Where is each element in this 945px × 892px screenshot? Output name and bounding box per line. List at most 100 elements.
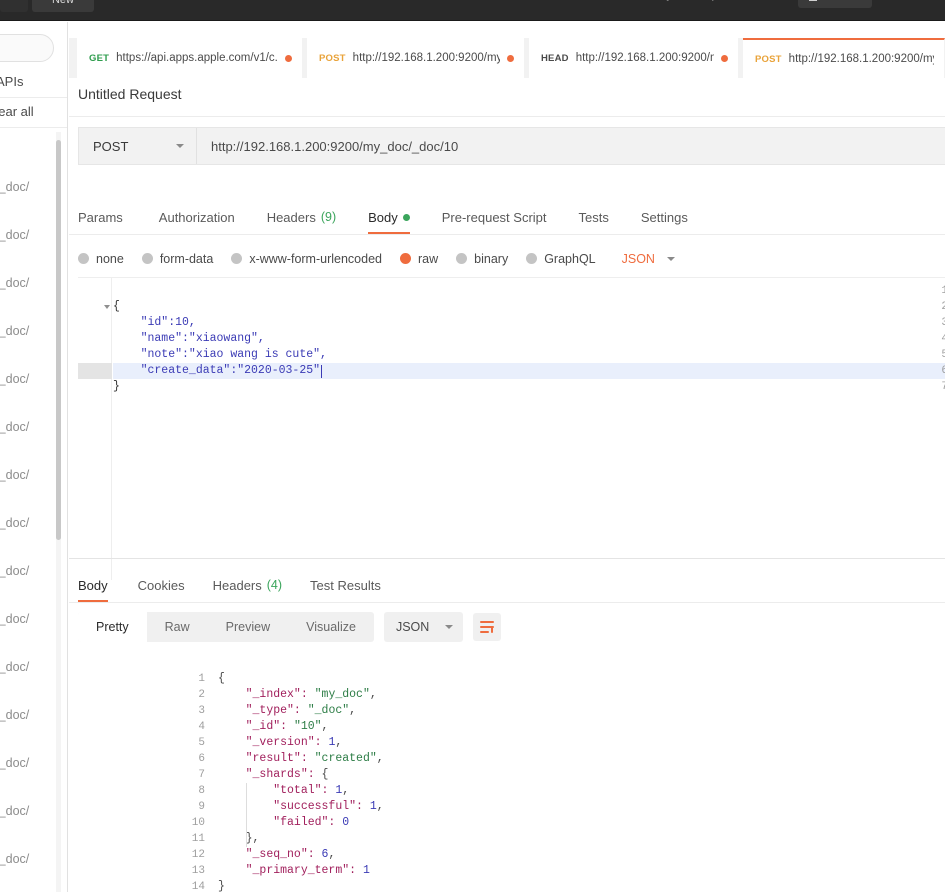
sidebar: APIs Clear all my_doc/my_doc/my_doc/my_d… (0, 22, 68, 892)
radio-icon[interactable] (526, 253, 538, 264)
radio-icon[interactable] (78, 253, 89, 264)
tab-label: Test Results (310, 577, 381, 593)
body-type-label: form-data (159, 251, 214, 266)
new-button-label: New (51, 0, 74, 6)
response-tab-cookies[interactable]: Cookies (124, 568, 199, 602)
history-list-item[interactable]: my_doc/ me (0, 708, 52, 738)
body-type-form-data[interactable]: form-data (141, 251, 214, 266)
history-list-item[interactable]: my_doc/ me (0, 660, 52, 690)
request-tab-url: http://192.168.1.200:9200/my... (575, 52, 714, 64)
response-code-line: "successful": 1, (273, 800, 384, 813)
chevron-down-icon (445, 625, 454, 629)
radio-icon[interactable] (456, 253, 468, 264)
response-view-visualize[interactable]: Visualize (288, 612, 374, 642)
add-user-icon (809, 0, 822, 1)
history-list-item[interactable]: my_doc/ (0, 804, 52, 819)
body-type-label: none (96, 251, 124, 266)
unsaved-indicator-icon[interactable] (285, 54, 292, 62)
history-list-item[interactable]: my_doc/ (0, 756, 52, 771)
request-tab-body[interactable]: Body (352, 200, 426, 234)
sidebar-tab-apis[interactable]: APIs (0, 74, 23, 89)
request-tab-method: POST (319, 52, 346, 64)
indent-guide (246, 783, 247, 847)
response-tab-test-results[interactable]: Test Results (296, 568, 395, 602)
request-tab-url: https://api.apps.apple.com/v1/c... (116, 52, 278, 64)
response-format-select[interactable]: JSON (383, 612, 464, 642)
history-list-item[interactable]: my_doc/ (0, 516, 52, 531)
request-tab[interactable]: HEAD http://192.168.1.200:9200/my... (529, 38, 739, 78)
main-panel: GET https://api.apps.apple.com/v1/c... POS… (69, 22, 945, 892)
body-type-options: none form-data x-www-form-urlencoded raw bin… (78, 242, 945, 275)
history-list-item[interactable]: my_doc/ (0, 324, 52, 339)
history-list-item[interactable]: my_doc/ (0, 612, 52, 627)
response-line-number: 1 (198, 673, 205, 685)
response-code-line: "_shards": { (245, 768, 329, 781)
sidebar-scrollbar-thumb[interactable] (56, 140, 61, 540)
request-tab[interactable]: POST http://192.168.1.200:9200/my... (743, 38, 945, 78)
clear-all-button[interactable]: Clear all (0, 104, 34, 119)
response-view-raw[interactable]: Raw (147, 612, 208, 642)
request-tabs-divider (69, 234, 945, 235)
unsaved-indicator-icon[interactable] (721, 54, 728, 62)
url-bar: POST (78, 127, 945, 165)
history-list-item[interactable]: my_doc/ (0, 852, 52, 867)
unsaved-indicator-icon[interactable] (507, 54, 514, 62)
code-fold-icon[interactable] (104, 305, 110, 309)
page-title: Untitled Request (78, 86, 182, 102)
radio-icon[interactable] (231, 253, 243, 264)
editor-code-line (113, 283, 945, 299)
request-tab-settings[interactable]: Settings (625, 200, 704, 234)
response-code-line: "_index": "my_doc", (245, 688, 377, 701)
response-code-line: "_type": "_doc", (245, 704, 357, 717)
pane-splitter[interactable] (69, 558, 945, 559)
invite-button[interactable]: Invite (798, 0, 872, 8)
request-body-editor[interactable]: 12{3 "id":10,4 "name":"xiaowang",5 "note… (78, 277, 945, 580)
request-tab-tests[interactable]: Tests (563, 200, 625, 234)
history-list-item[interactable]: my_doc/ (0, 420, 52, 435)
home-button[interactable] (0, 0, 28, 12)
body-type-graphql[interactable]: GraphQL (526, 252, 596, 266)
sidebar-tabs: APIs (0, 70, 67, 98)
response-body-viewer[interactable]: 1 {2 "_index": "my_doc", 3 "_type": "_doc"… (78, 667, 945, 892)
app-header: New My Workspace Invite (0, 0, 945, 21)
history-list-item[interactable]: my_doc/ (0, 564, 52, 579)
history-list-item[interactable]: my_doc/ (0, 276, 52, 291)
response-tab-headers[interactable]: Headers (4) (199, 568, 296, 602)
workspace-switcher[interactable]: My Workspace (638, 0, 756, 1)
response-code-line: "total": 1, (273, 784, 350, 797)
new-button[interactable]: New (32, 0, 94, 12)
request-tab-authorization[interactable]: Authorization (143, 200, 251, 234)
url-input[interactable] (197, 138, 945, 154)
editor-code-line: "create_data":"2020-03-25" (113, 364, 321, 377)
response-format-label: JSON (395, 620, 430, 634)
body-format-select[interactable]: JSON (622, 252, 675, 266)
editor-code-line: "note":"xiao wang is cute", (113, 348, 327, 361)
request-tab-pre-request-script[interactable]: Pre-request Script (426, 200, 563, 234)
method-select[interactable]: POST (79, 128, 197, 164)
response-line-number: 12 (191, 849, 205, 861)
tab-label: Pre-request Script (441, 209, 547, 225)
request-tab[interactable]: POST http://192.168.1.200:9200/my... (307, 38, 525, 78)
request-tab-method: HEAD (541, 52, 569, 64)
history-list-item[interactable]: my_doc/ (0, 180, 52, 195)
body-type-none[interactable]: none (78, 252, 124, 266)
tab-count-badge: (4) (266, 578, 283, 592)
history-list-item[interactable]: my_doc/ (0, 372, 52, 387)
body-type-raw[interactable]: raw (400, 252, 438, 266)
history-list-item[interactable]: my_doc/ (0, 228, 52, 243)
request-tab-headers[interactable]: Headers (9) (251, 200, 352, 234)
radio-icon[interactable] (400, 253, 411, 264)
sidebar-search-input[interactable] (0, 34, 54, 62)
request-tab-params[interactable]: Params (78, 200, 143, 234)
response-tab-body[interactable]: Body (78, 568, 124, 602)
body-type-x-www-form-urlencoded[interactable]: x-www-form-urlencoded (231, 252, 382, 266)
history-list-item[interactable]: my_doc/ (0, 468, 52, 483)
wrap-line-button[interactable] (473, 613, 502, 641)
response-view-preview[interactable]: Preview (208, 612, 288, 642)
method-label: POST (93, 138, 129, 154)
response-view-pretty[interactable]: Pretty (78, 612, 147, 642)
editor-code-line: "id":10, (113, 316, 196, 329)
body-type-binary[interactable]: binary (456, 252, 508, 266)
request-tab[interactable]: GET https://api.apps.apple.com/v1/c... (77, 38, 303, 78)
radio-icon[interactable] (141, 253, 153, 264)
